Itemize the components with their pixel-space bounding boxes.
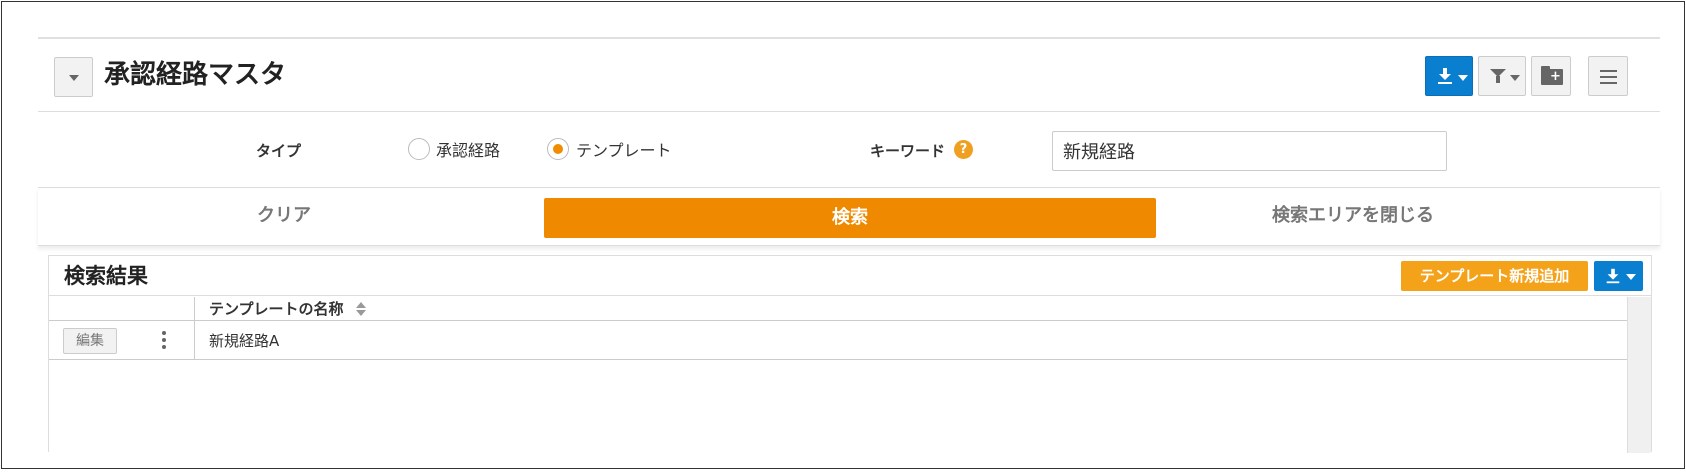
template-name-cell[interactable]: 新規経路A bbox=[209, 331, 279, 351]
radio-template[interactable] bbox=[547, 138, 569, 160]
download-icon bbox=[1437, 68, 1453, 84]
results-title: 検索結果 bbox=[64, 264, 148, 288]
radio-template-label[interactable]: テンプレート bbox=[576, 141, 672, 161]
radio-approval-route-label[interactable]: 承認経路 bbox=[436, 141, 500, 161]
search-conditions: タイプ 承認経路 テンプレート キーワード ? bbox=[38, 112, 1660, 188]
menu-button[interactable] bbox=[1588, 56, 1628, 96]
table-row: 編集 新規経路A bbox=[49, 321, 1627, 360]
download-button[interactable] bbox=[1425, 56, 1473, 96]
search-button[interactable]: 検索 bbox=[544, 198, 1156, 238]
kebab-menu-icon[interactable] bbox=[162, 331, 166, 351]
results-download-button[interactable] bbox=[1594, 261, 1643, 291]
actions-column-header bbox=[49, 297, 195, 321]
close-search-area-button[interactable]: 検索エリアを閉じる bbox=[1272, 204, 1434, 228]
results-header: 検索結果 テンプレート新規追加 bbox=[49, 256, 1651, 296]
chevron-down-icon bbox=[69, 75, 79, 81]
radio-approval-route[interactable] bbox=[408, 138, 430, 160]
chevron-down-icon bbox=[1510, 75, 1520, 81]
search-actions: クリア 検索 検索エリアを閉じる bbox=[38, 188, 1660, 246]
row-actions-cell: 編集 bbox=[49, 321, 195, 360]
table-header: テンプレートの名称 bbox=[49, 297, 1627, 321]
help-icon[interactable]: ? bbox=[954, 140, 973, 159]
page-header: 承認経路マスタ + bbox=[38, 39, 1660, 112]
download-icon bbox=[1606, 268, 1620, 284]
collapse-button[interactable] bbox=[54, 57, 93, 97]
sort-icon[interactable] bbox=[356, 302, 366, 316]
template-name-column-header[interactable]: テンプレートの名称 bbox=[209, 299, 344, 319]
chevron-down-icon bbox=[1626, 274, 1636, 280]
page-title: 承認経路マスタ bbox=[104, 60, 287, 90]
filter-button[interactable] bbox=[1478, 56, 1526, 96]
chevron-down-icon bbox=[1458, 75, 1468, 81]
clear-button[interactable]: クリア bbox=[257, 204, 311, 228]
keyword-label: キーワード bbox=[870, 142, 946, 160]
search-results: 検索結果 テンプレート新規追加 テンプレートの名称 編集 新規経路A bbox=[48, 255, 1652, 453]
menu-icon bbox=[1600, 70, 1617, 88]
add-template-button[interactable]: テンプレート新規追加 bbox=[1401, 261, 1588, 291]
type-label: タイプ bbox=[256, 142, 302, 160]
edit-button[interactable]: 編集 bbox=[63, 328, 117, 354]
master-panel: 承認経路マスタ + タイプ 承認経路 テンプレート キーワード ? 新規経路 ク… bbox=[38, 37, 1660, 453]
app-frame: 承認経路マスタ + タイプ 承認経路 テンプレート キーワード ? 新規経路 ク… bbox=[1, 1, 1685, 469]
keyword-input[interactable] bbox=[1052, 131, 1447, 171]
add-folder-button[interactable]: + bbox=[1531, 56, 1571, 96]
vertical-scrollbar[interactable] bbox=[1627, 297, 1651, 453]
